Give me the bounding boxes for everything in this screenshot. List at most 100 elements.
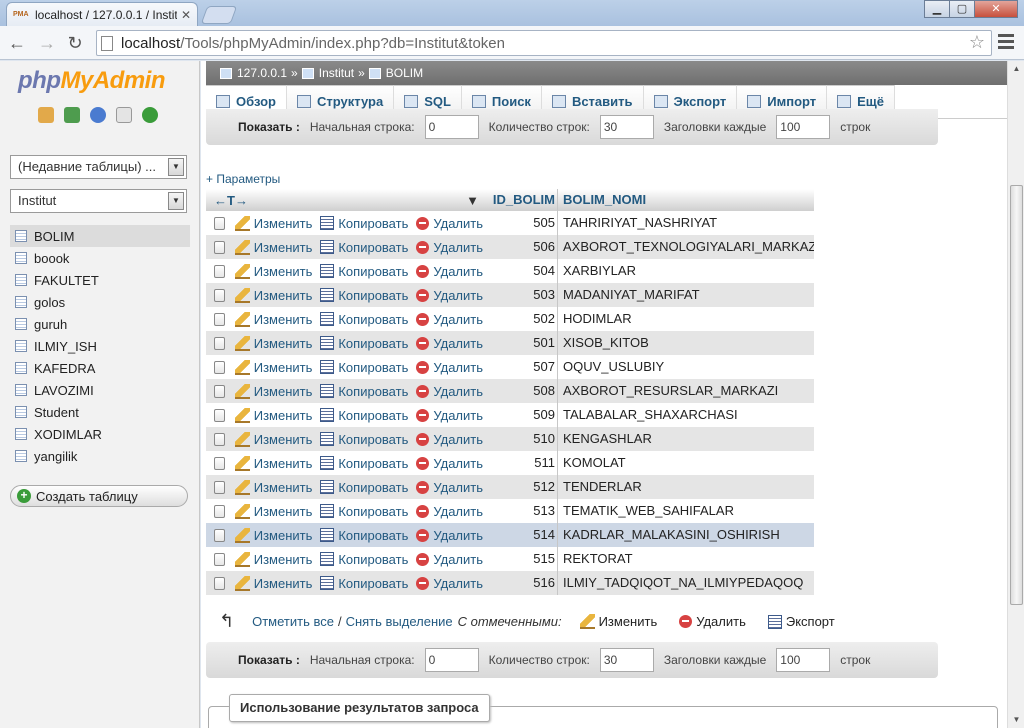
cell-id[interactable]: 509 — [491, 403, 558, 427]
edit-row-button[interactable]: Изменить — [234, 335, 312, 351]
delete-row-button[interactable]: Удалить — [416, 240, 483, 255]
delete-row-button[interactable]: Удалить — [416, 456, 483, 471]
breadcrumb-table[interactable]: BOLIM — [368, 66, 423, 80]
cell-name[interactable]: TENDERLAR — [558, 475, 814, 499]
sidebar-table-item[interactable]: KAFEDRA — [10, 357, 190, 379]
copy-row-button[interactable]: Копировать — [320, 216, 408, 231]
row-checkbox[interactable] — [214, 384, 225, 398]
phpmyadmin-logo[interactable]: phpMyAdmin — [18, 67, 166, 95]
cell-name[interactable]: MADANIYAT_MARIFAT — [558, 283, 814, 307]
cell-name[interactable]: XARBIYLAR — [558, 259, 814, 283]
address-bar[interactable]: localhost/Tools/phpMyAdmin/index.php?db=… — [96, 30, 992, 56]
cell-name[interactable]: HODIMLAR — [558, 307, 814, 331]
column-resize-arrows-icon[interactable]: ←T→ — [214, 193, 248, 208]
copy-row-button[interactable]: Копировать — [320, 384, 408, 399]
start-row-input[interactable]: 0 — [424, 115, 479, 139]
delete-row-button[interactable]: Удалить — [416, 264, 483, 279]
minimize-button[interactable]: ▁ — [924, 0, 950, 18]
cell-id[interactable]: 513 — [491, 499, 558, 523]
row-checkbox[interactable] — [214, 480, 225, 494]
row-count-input[interactable]: 30 — [599, 648, 654, 672]
cell-name[interactable]: KOMOLAT — [558, 451, 814, 475]
maximize-button[interactable]: ▢ — [949, 0, 975, 18]
row-checkbox[interactable] — [214, 216, 225, 230]
cell-id[interactable]: 515 — [491, 547, 558, 571]
row-checkbox[interactable] — [214, 336, 225, 350]
cell-id[interactable]: 506 — [491, 235, 558, 259]
row-checkbox[interactable] — [214, 288, 225, 302]
delete-row-button[interactable]: Удалить — [416, 336, 483, 351]
bulk-edit-button[interactable]: Изменить — [579, 614, 657, 629]
cell-name[interactable]: AXBOROT_RESURSLAR_MARKAZI — [558, 379, 814, 403]
cell-id[interactable]: 512 — [491, 475, 558, 499]
edit-row-button[interactable]: Изменить — [234, 551, 312, 567]
sidebar-table-item[interactable]: ILMIY_ISH — [10, 335, 190, 357]
reload-nav-icon[interactable] — [142, 107, 158, 123]
cell-id[interactable]: 502 — [491, 307, 558, 331]
edit-row-button[interactable]: Изменить — [234, 527, 312, 543]
copy-row-button[interactable]: Копировать — [320, 264, 408, 279]
cell-id[interactable]: 511 — [491, 451, 558, 475]
bookmark-star-icon[interactable]: ☆ — [969, 32, 985, 53]
logout-icon[interactable] — [64, 107, 80, 123]
sort-dropdown-icon[interactable]: ▼ — [466, 193, 479, 208]
database-select[interactable]: Institut ▼ — [10, 189, 187, 213]
row-checkbox[interactable] — [214, 576, 225, 590]
cell-id[interactable]: 508 — [491, 379, 558, 403]
copy-row-button[interactable]: Копировать — [320, 480, 408, 495]
copy-row-button[interactable]: Копировать — [320, 408, 408, 423]
cell-name[interactable]: TALABALAR_SHAXARCHASI — [558, 403, 814, 427]
scroll-down-icon[interactable]: ▼ — [1008, 712, 1024, 728]
cell-name[interactable]: OQUV_USLUBIY — [558, 355, 814, 379]
close-window-button[interactable]: ✕ — [974, 0, 1018, 18]
row-checkbox[interactable] — [214, 456, 225, 470]
sidebar-table-item[interactable]: golos — [10, 291, 190, 313]
edit-row-button[interactable]: Изменить — [234, 311, 312, 327]
back-arrow-icon[interactable]: ← — [6, 32, 28, 54]
row-checkbox[interactable] — [214, 504, 225, 518]
sidebar-table-item[interactable]: boook — [10, 247, 190, 269]
delete-row-button[interactable]: Удалить — [416, 480, 483, 495]
cell-name[interactable]: KADRLAR_MALAKASINI_OSHIRISH — [558, 523, 814, 547]
cell-name[interactable]: XISOB_KITOB — [558, 331, 814, 355]
copy-row-button[interactable]: Копировать — [320, 528, 408, 543]
cell-name[interactable]: TEMATIK_WEB_SAHIFALAR — [558, 499, 814, 523]
edit-row-button[interactable]: Изменить — [234, 431, 312, 447]
edit-row-button[interactable]: Изменить — [234, 215, 312, 231]
cell-id[interactable]: 504 — [491, 259, 558, 283]
headers-every-input[interactable]: 100 — [776, 648, 831, 672]
delete-row-button[interactable]: Удалить — [416, 408, 483, 423]
docs-icon[interactable] — [116, 107, 132, 123]
delete-row-button[interactable]: Удалить — [416, 552, 483, 567]
cell-name[interactable]: REKTORAT — [558, 547, 814, 571]
home-icon[interactable] — [38, 107, 54, 123]
copy-row-button[interactable]: Копировать — [320, 312, 408, 327]
start-row-input[interactable]: 0 — [424, 648, 479, 672]
cell-name[interactable]: TAHRIRIYAT_NASHRIYAT — [558, 211, 814, 235]
cell-name[interactable]: ILMIY_TADQIQOT_NA_ILMIYPEDAQOQ — [558, 571, 814, 595]
row-checkbox[interactable] — [214, 432, 225, 446]
sidebar-table-item[interactable]: guruh — [10, 313, 190, 335]
column-header-name[interactable]: BOLIM_NOMI — [558, 189, 814, 211]
column-header-id[interactable]: ID_BOLIM — [491, 189, 558, 211]
edit-row-button[interactable]: Изменить — [234, 383, 312, 399]
copy-row-button[interactable]: Копировать — [320, 432, 408, 447]
new-tab-button[interactable] — [200, 6, 238, 24]
headers-every-input[interactable]: 100 — [776, 115, 831, 139]
cell-id[interactable]: 507 — [491, 355, 558, 379]
breadcrumb-server[interactable]: 127.0.0.1 — [220, 66, 287, 80]
copy-row-button[interactable]: Копировать — [320, 456, 408, 471]
delete-row-button[interactable]: Удалить — [416, 288, 483, 303]
delete-row-button[interactable]: Удалить — [416, 576, 483, 591]
sidebar-table-item[interactable]: yangilik — [10, 445, 190, 467]
delete-row-button[interactable]: Удалить — [416, 360, 483, 375]
copy-row-button[interactable]: Копировать — [320, 240, 408, 255]
parameters-link[interactable]: + Параметры — [206, 172, 280, 186]
breadcrumb-db[interactable]: Institut — [301, 66, 354, 80]
scrollbar-thumb[interactable] — [1010, 185, 1023, 605]
copy-row-button[interactable]: Копировать — [320, 336, 408, 351]
copy-row-button[interactable]: Копировать — [320, 576, 408, 591]
edit-row-button[interactable]: Изменить — [234, 503, 312, 519]
cell-id[interactable]: 505 — [491, 211, 558, 235]
cell-name[interactable]: AXBOROT_TEXNOLOGIYALARI_MARKAZ — [558, 235, 814, 259]
